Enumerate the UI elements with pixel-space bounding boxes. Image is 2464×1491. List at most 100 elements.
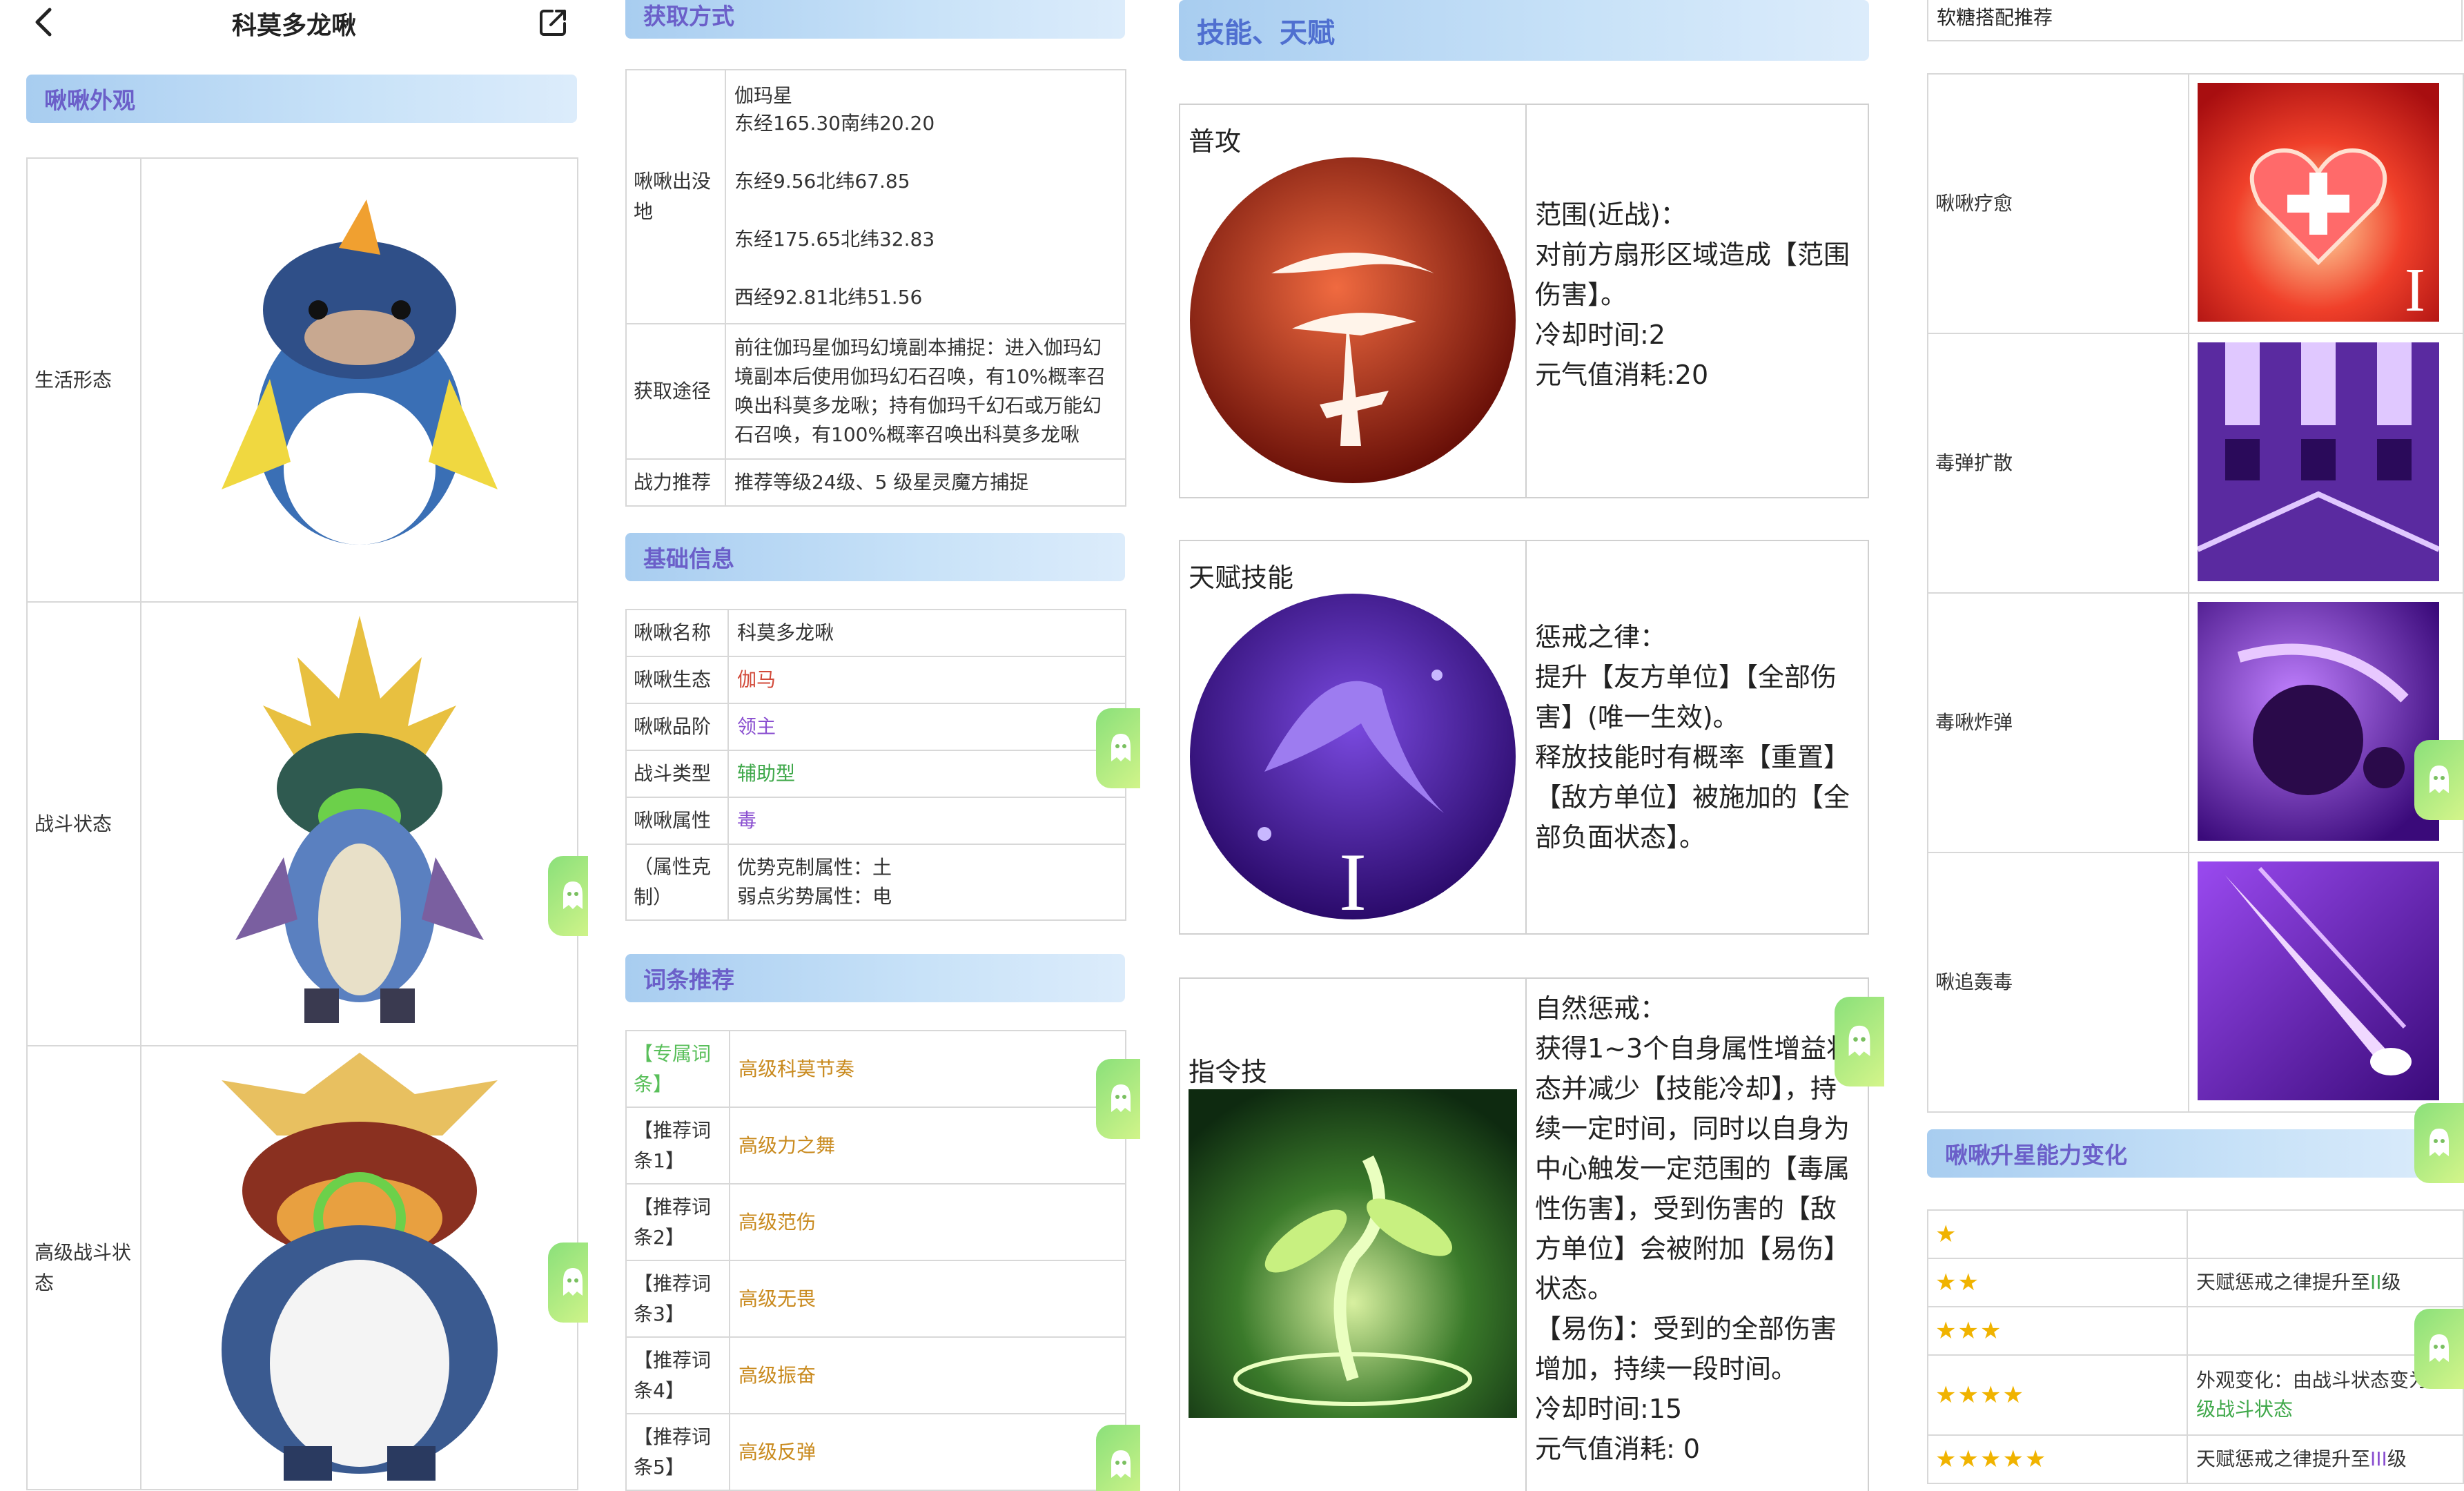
side-float-button[interactable] [2414,1309,2464,1389]
entry-label: 【专属词条】 [625,1030,730,1108]
entry-label: 【推荐词条2】 [625,1183,730,1261]
share-icon[interactable] [538,7,569,37]
entry-value[interactable]: 高级科莫节奏 [729,1030,1126,1108]
appearance-table: 生活形态 战斗状态 高级战斗状态 [26,157,578,1490]
candy-label: 啾追轰毒 [1927,852,2189,1113]
side-float-button[interactable] [1835,997,1884,1086]
route-text: 前往伽玛星伽玛幻境副本捕捉：进入伽玛幻境副本后使用伽玛幻石召唤，有10%概率召唤… [725,323,1126,460]
spawn-line: 西经92.81北纬51.56 [734,286,923,309]
poison-spread-candy-icon[interactable] [2196,342,2441,581]
ghost-icon [563,1268,583,1296]
candy-row: 啾啾疗愈 I [1927,73,2464,334]
star-up-table: ★ ★★ 天赋惩戒之律提升至II级 ★★★ ★★★★ 外观变化：由战斗状态变为高… [1927,1209,2464,1484]
basic-value: 领主 [727,703,1126,751]
candy-panel: 软糖搭配推荐 啾啾疗愈 I 毒弹扩散 毒啾炸弹 啾追轰毒 啾啾升星能力变化 ★ … [1899,0,2464,1491]
heal-candy-icon[interactable]: I [2198,83,2439,324]
attr-line: 优势克制属性：土 [737,856,892,879]
form-label: 高级战斗状态 [26,1045,141,1490]
spawn-row: 啾啾出没地 伽玛星 东经165.30南纬20.20 东经9.56北纬67.85 … [625,69,1126,324]
basic-label: 啾啾品阶 [625,703,729,751]
attr-row: （属性克制） 优势克制属性：土 弱点劣势属性：电 [625,844,1126,921]
spawn-line: 东经9.56北纬67.85 [734,170,910,193]
command-skill-icon [1189,1089,1517,1418]
candy-label: 啾啾疗愈 [1927,73,2189,334]
skills-header: 技能、天赋 [1179,0,1869,61]
basic-row: 战斗类型 辅助型 [625,750,1126,798]
appearance-header: 啾啾外观 [26,75,577,123]
skill-card-normal-attack: 普攻 范围(近战)： 对前方扇形区域造成【范围伤害】。 冷却时间:2 元气值消耗… [1179,104,1869,498]
entry-value[interactable]: 高级力之舞 [729,1107,1126,1185]
side-float-button[interactable] [2414,1103,2464,1183]
candy-row: 毒啾炸弹 [1927,592,2464,853]
svg-text:I: I [1339,836,1367,921]
form-row-advanced-battle: 高级战斗状态 [26,1045,578,1490]
attr-line: 弱点劣势属性：电 [737,885,892,908]
form-row-battle: 战斗状态 [26,601,578,1046]
candy-row: 毒弹扩散 [1927,333,2464,594]
form-label: 战斗状态 [26,601,141,1046]
basic-label: 啾啾名称 [625,609,729,657]
ghost-icon [2429,1129,2449,1156]
entry-row: 【推荐词条2】 高级范伤 [625,1183,1126,1261]
star-rating: ★★★★ [1927,1354,2188,1436]
acquire-header: 获取方式 [625,0,1125,39]
power-text: 推荐等级24级、5 级星灵魔方捕捉 [725,458,1126,507]
entry-label: 【推荐词条5】 [625,1413,730,1491]
side-float-button[interactable] [1096,1059,1140,1139]
entry-value[interactable]: 高级反弹 [729,1413,1126,1491]
spawn-label: 啾啾出没地 [625,69,726,324]
side-float-button[interactable] [2414,740,2464,820]
spawn-line: 伽玛星 [734,84,793,107]
side-float-button[interactable] [1096,1425,1140,1491]
basic-value: 伽马 [727,656,1126,704]
advanced-battle-form-image [140,1045,578,1490]
side-float-button[interactable] [548,856,588,936]
skill-title: 指令技 [1189,1057,1268,1087]
entry-value[interactable]: 高级无畏 [729,1260,1126,1338]
chase-poison-candy-icon[interactable] [2198,861,2439,1100]
basic-label: 啾啾属性 [625,797,729,845]
ghost-icon [1111,1084,1131,1112]
candy-label: 毒啾炸弹 [1927,592,2189,853]
candy-label: 毒弹扩散 [1927,333,2189,594]
info-panel: 获取方式 啾啾出没地 伽玛星 东经165.30南纬20.20 东经9.56北纬6… [588,0,1140,1491]
candy-image-cell [2188,852,2464,1113]
form-label: 生活形态 [26,157,141,603]
acquire-table: 啾啾出没地 伽玛星 东经165.30南纬20.20 东经9.56北纬67.85 … [625,69,1126,507]
skill-card-command: 指令技 自然惩戒： 获得1~3个自身属性增益状态并减少【技能冷却】，持续一定时间… [1179,977,1869,1491]
battle-form-image [140,601,578,1046]
basic-row: 啾啾品阶 领主 [625,703,1126,751]
basic-info-table: 啾啾名称 科莫多龙啾 啾啾生态 伽马 啾啾品阶 领主 战斗类型 辅助型 啾啾属性… [625,609,1126,921]
side-float-button[interactable] [548,1242,588,1323]
svg-text:I: I [2405,256,2425,322]
basic-label: 啾啾生态 [625,656,729,704]
entry-row: 【推荐词条3】 高级无畏 [625,1260,1126,1338]
ghost-icon [1848,1025,1870,1056]
spawn-line: 东经165.30南纬20.20 [734,112,935,135]
entry-row: 【专属词条】 高级科莫节奏 [625,1030,1126,1108]
ghost-icon [563,881,583,909]
star-effect: 天赋惩戒之律提升至II级 [2187,1258,2464,1307]
ghost-icon [1111,1450,1131,1478]
basic-info-header: 基础信息 [625,533,1125,581]
entry-value[interactable]: 高级范伤 [729,1183,1126,1261]
entry-label: 【推荐词条1】 [625,1107,730,1185]
entry-value[interactable]: 高级振奋 [729,1336,1126,1414]
skill-description: 自然惩戒： 获得1~3个自身属性增益状态并减少【技能冷却】，持续一定时间，同时以… [1535,993,1853,1464]
entry-row: 【推荐词条5】 高级反弹 [625,1413,1126,1491]
ghost-icon [1111,734,1131,761]
star-row: ★★ 天赋惩戒之律提升至II级 [1927,1258,2464,1307]
side-float-button[interactable] [1096,708,1140,788]
star-rating: ★★★ [1927,1306,2188,1356]
basic-row: 啾啾属性 毒 [625,797,1126,845]
entry-row: 【推荐词条4】 高级振奋 [625,1336,1126,1414]
poison-bomb-candy-icon[interactable] [2198,602,2439,841]
star-rating: ★ [1927,1209,2188,1259]
form-row-living: 生活形态 [26,157,578,603]
candy-image-cell: I [2188,73,2464,334]
normal-attack-skill-icon [1190,157,1516,483]
star-effect [2187,1209,2464,1259]
route-label: 获取途径 [625,323,726,460]
entry-row: 【推荐词条1】 高级力之舞 [625,1107,1126,1185]
basic-value: 辅助型 [727,750,1126,798]
